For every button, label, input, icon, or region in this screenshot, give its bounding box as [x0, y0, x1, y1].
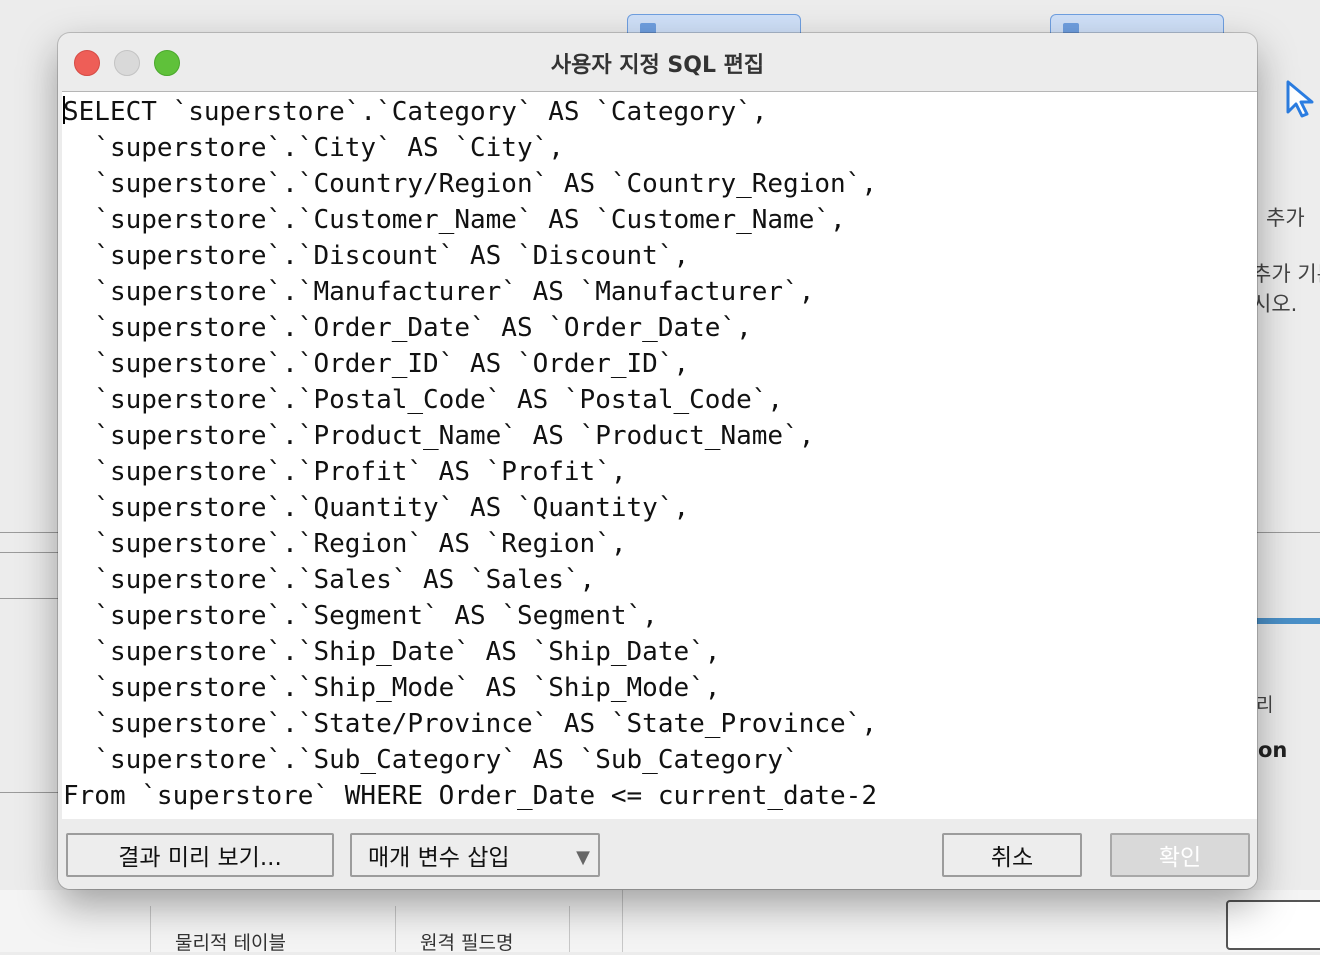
divider	[0, 598, 58, 599]
title-bar: 사용자 지정 SQL 편집	[58, 33, 1257, 90]
column-header[interactable]: 물리적 테이블	[150, 906, 395, 954]
insert-parameter-dropdown[interactable]: 매개 변수 삽입 ▼	[350, 833, 600, 877]
divider	[0, 792, 58, 793]
selection-bar	[1257, 618, 1320, 624]
cancel-button[interactable]: 취소	[942, 833, 1082, 877]
sql-line: `superstore`.`Sales` AS `Sales`,	[63, 565, 596, 595]
sql-line: `superstore`.`Profit` AS `Profit`,	[63, 457, 627, 487]
divider	[622, 890, 623, 952]
sql-line: `superstore`.`Postal_Code` AS `Postal_Co…	[63, 385, 784, 415]
sql-line: `superstore`.`Product_Name` AS `Product_…	[63, 421, 815, 451]
background-text: 시오.	[1252, 292, 1298, 316]
preview-results-label: 결과 미리 보기...	[118, 845, 282, 871]
ok-label: 확인	[1158, 845, 1202, 871]
dropdown-arrow-icon: ▼	[576, 847, 590, 868]
sql-line: `superstore`.`Country/Region` AS `Countr…	[63, 169, 877, 199]
preview-results-button[interactable]: 결과 미리 보기...	[66, 833, 334, 877]
background-box[interactable]	[1226, 900, 1320, 950]
background-text: 추가 기본	[1252, 262, 1320, 286]
text-caret	[63, 96, 65, 124]
sql-line: `superstore`.`Manufacturer` AS `Manufact…	[63, 277, 815, 307]
insert-parameter-label: 매개 변수 삽입	[368, 845, 510, 871]
sql-line: `superstore`.`Ship_Mode` AS `Ship_Mode`,	[63, 673, 721, 703]
sql-line: `superstore`.`Sub_Category` AS `Sub_Cate…	[63, 745, 799, 775]
sql-line: `superstore`.`Discount` AS `Discount`,	[63, 241, 690, 271]
sql-line: `superstore`.`Ship_Date` AS `Ship_Date`,	[63, 637, 721, 667]
divider	[1257, 532, 1320, 533]
sql-line: `superstore`.`Customer_Name` AS `Custome…	[63, 205, 846, 235]
sql-line: `superstore`.`Order_ID` AS `Order_ID`,	[63, 349, 690, 379]
sql-editor[interactable]: SELECT `superstore`.`Category` AS `Categ…	[62, 91, 1257, 819]
divider	[0, 552, 58, 553]
dialog-title: 사용자 지정 SQL 편집	[550, 53, 765, 78]
cursor-icon	[1286, 80, 1314, 118]
sql-line: `superstore`.`Order_Date` AS `Order_Date…	[63, 313, 752, 343]
dialog-footer: 결과 미리 보기... 매개 변수 삽입 ▼ 취소 확인	[58, 821, 1257, 889]
sql-line: `superstore`.`Quantity` AS `Quantity`,	[63, 493, 690, 523]
ok-button[interactable]: 확인	[1110, 833, 1250, 877]
sql-line: SELECT `superstore`.`Category` AS `Categ…	[63, 96, 768, 127]
background-text: on	[1258, 738, 1288, 762]
cancel-label: 취소	[990, 845, 1034, 871]
sql-line: `superstore`.`State/Province` AS `State_…	[63, 709, 877, 739]
sql-line: From `superstore` WHERE Order_Date <= cu…	[63, 781, 877, 811]
sql-line: `superstore`.`Segment` AS `Segment`,	[63, 601, 658, 631]
background-text: 추가	[1266, 206, 1305, 230]
column-header[interactable]: 원격 필드명	[395, 906, 570, 954]
divider	[0, 532, 58, 533]
sql-line: `superstore`.`City` AS `City`,	[63, 133, 564, 163]
sql-line: `superstore`.`Region` AS `Region`,	[63, 529, 627, 559]
edit-sql-dialog: 사용자 지정 SQL 편집 SELECT `superstore`.`Categ…	[58, 33, 1257, 889]
background-text: 리	[1256, 694, 1274, 716]
